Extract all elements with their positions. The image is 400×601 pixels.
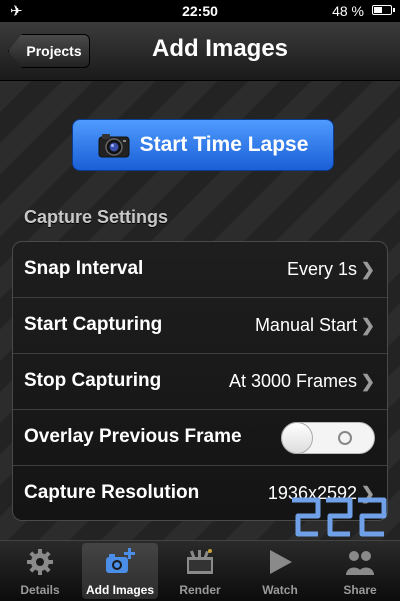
tab-share[interactable]: Share	[322, 543, 398, 599]
tab-render[interactable]: Render	[162, 543, 238, 599]
chevron-right-icon: ❯	[360, 260, 375, 279]
setting-value: Every 1s	[286, 259, 357, 279]
back-button[interactable]: Projects	[8, 34, 90, 68]
tab-details[interactable]: Details	[2, 543, 78, 599]
setting-value: At 3000 Frames	[228, 371, 357, 391]
setting-label: Capture Resolution	[24, 482, 200, 503]
gear-icon	[27, 549, 53, 575]
add-images-icon	[106, 548, 135, 573]
tab-watch[interactable]: Watch	[242, 543, 318, 599]
tab-label: Details	[20, 583, 60, 597]
setting-label: Snap Interval	[24, 258, 144, 279]
capture-settings-list: Snap Interval Every 1s ❯ Start Capturing…	[12, 241, 388, 521]
tab-label: Add Images	[85, 583, 154, 597]
battery-percent: 48 %	[332, 3, 364, 19]
setting-row-start-capturing[interactable]: Start Capturing Manual Start ❯	[13, 298, 387, 354]
tab-label: Share	[343, 583, 377, 597]
setting-row-stop-capturing[interactable]: Stop Capturing At 3000 Frames ❯	[13, 354, 387, 410]
tab-add-images[interactable]: Add Images	[82, 543, 158, 599]
play-icon	[270, 550, 292, 574]
toggle-off-icon	[338, 431, 352, 445]
tab-bar: Details Add Images Render Watch Share	[0, 540, 400, 601]
camera-icon	[98, 134, 130, 158]
status-bar: ✈ 22:50 48 %	[0, 0, 400, 22]
section-title-capture-settings: Capture Settings	[24, 207, 169, 227]
navigation-bar: Projects Add Images	[0, 22, 400, 81]
toggle-knob	[281, 422, 313, 454]
tab-label: Watch	[262, 583, 298, 597]
main-content: Start Time Lapse Capture Settings Snap I…	[0, 81, 400, 540]
page-title: Add Images	[151, 35, 289, 62]
start-time-lapse-button[interactable]: Start Time Lapse	[72, 119, 334, 171]
tab-label: Render	[179, 583, 221, 597]
overlay-previous-frame-toggle[interactable]	[281, 422, 375, 454]
chevron-right-icon: ❯	[360, 316, 375, 335]
setting-value: Manual Start	[254, 315, 357, 335]
start-time-lapse-label: Start Time Lapse	[139, 133, 309, 156]
film-icon	[187, 549, 213, 574]
setting-label: Overlay Previous Frame	[24, 426, 242, 447]
battery-icon	[372, 5, 395, 15]
chevron-right-icon: ❯	[360, 372, 375, 391]
setting-label: Stop Capturing	[24, 370, 162, 391]
setting-row-snap-interval[interactable]: Snap Interval Every 1s ❯	[13, 242, 387, 298]
setting-label: Start Capturing	[24, 314, 163, 335]
share-icon	[346, 551, 374, 575]
setting-row-overlay-previous-frame: Overlay Previous Frame	[13, 410, 387, 466]
